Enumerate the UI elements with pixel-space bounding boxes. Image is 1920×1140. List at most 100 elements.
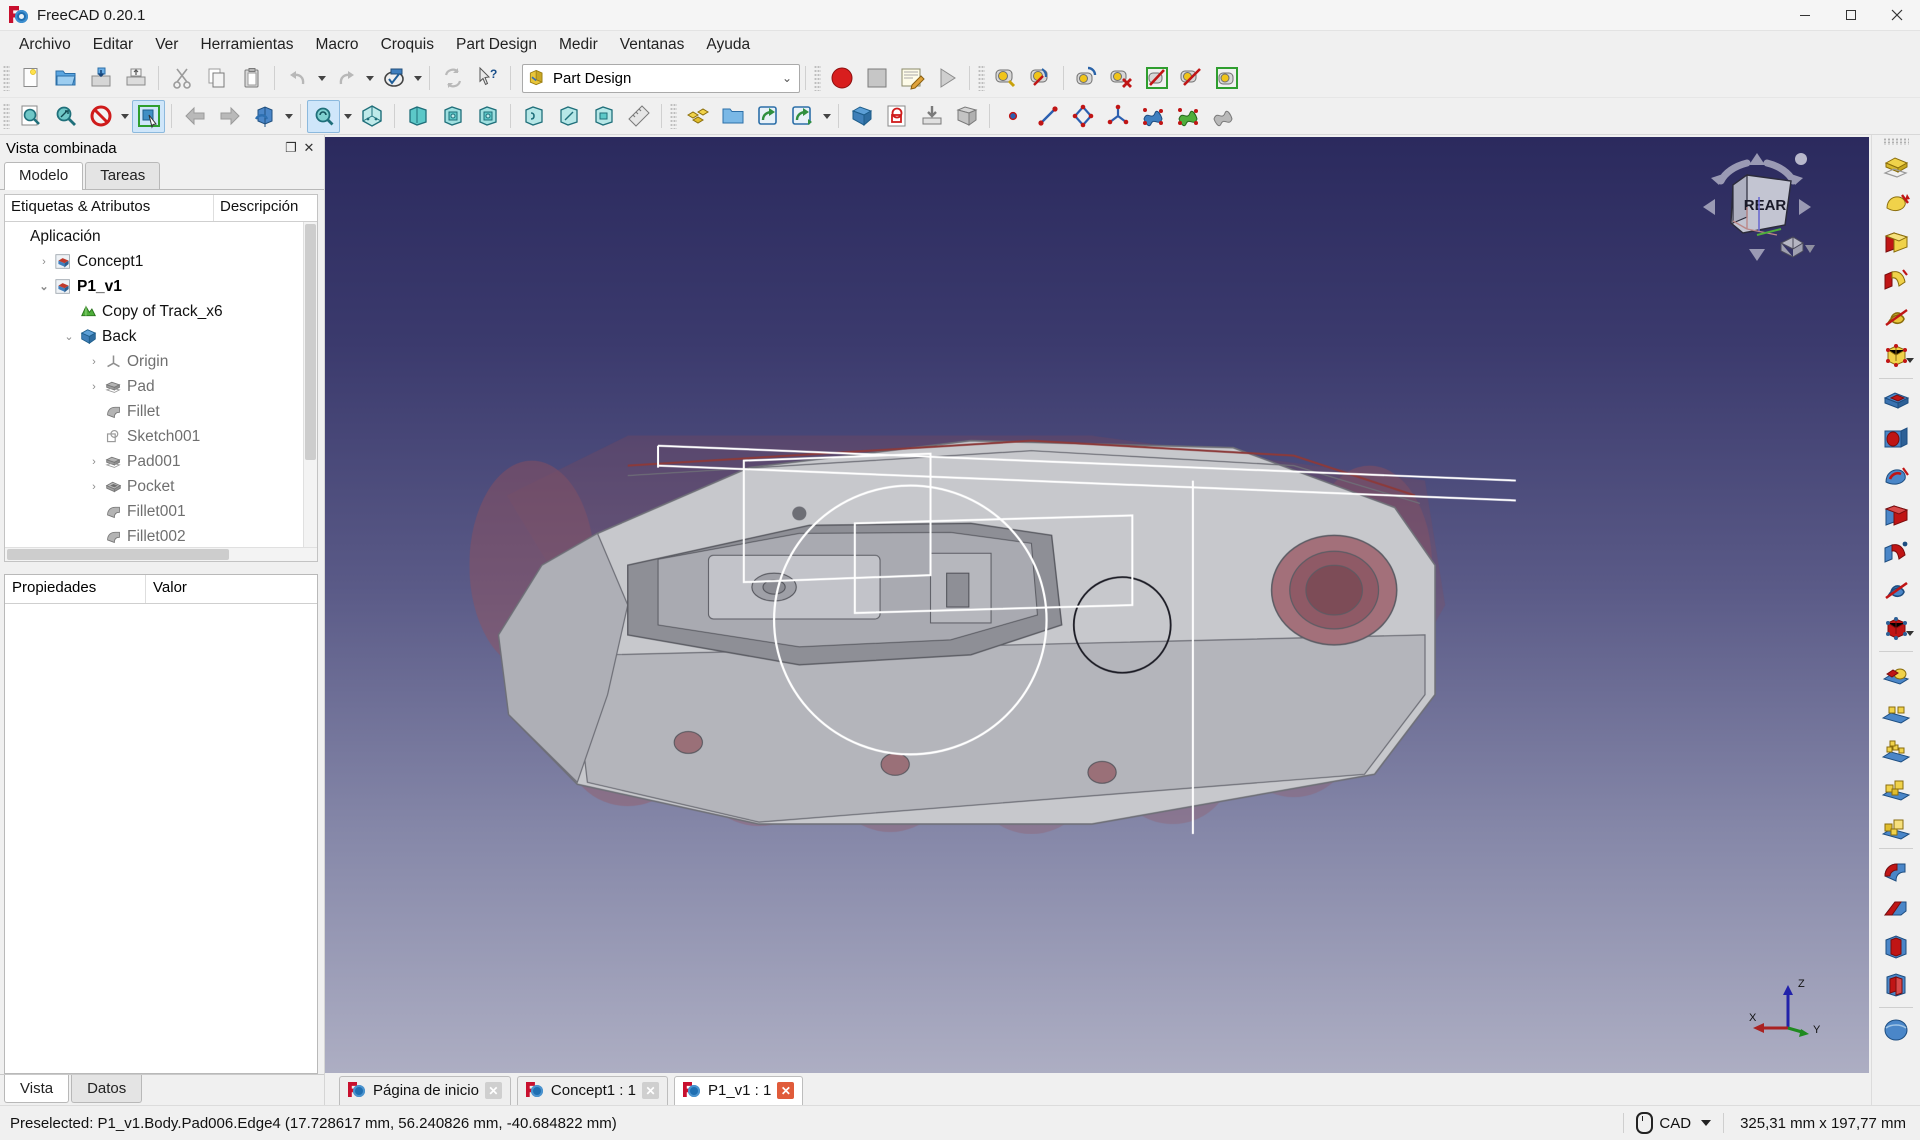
property-tab-datos[interactable]: Datos <box>71 1075 143 1103</box>
line-icon[interactable] <box>1031 100 1064 133</box>
document-tab-p-gina-de-inicio[interactable]: Página de inicio ✕ <box>339 1076 511 1105</box>
document-tab-p1-v1-1[interactable]: P1_v1 : 1 ✕ <box>673 1076 804 1105</box>
refresh-icon[interactable] <box>436 62 469 95</box>
hole-icon[interactable] <box>1877 420 1915 458</box>
linear-pattern-icon[interactable] <box>1877 731 1915 769</box>
make-sublink-icon[interactable] <box>786 100 819 133</box>
menu-medir[interactable]: Medir <box>548 32 609 58</box>
additive-loft-icon[interactable] <box>1877 223 1915 261</box>
macro-execute-icon[interactable] <box>930 62 963 95</box>
view-rear-icon[interactable] <box>517 100 550 133</box>
workbench-selector[interactable]: Part Design ⌄ <box>522 63 800 93</box>
std-view-axonometric-icon[interactable] <box>307 99 340 133</box>
additive-primitive-icon[interactable] <box>1877 337 1915 375</box>
measure-straight-icon[interactable] <box>989 62 1022 95</box>
property-list[interactable] <box>5 604 317 1073</box>
validate-sketch-icon[interactable] <box>950 100 983 133</box>
float-panel-icon[interactable]: ❐ <box>282 139 300 157</box>
freeze-view-icon[interactable] <box>248 100 281 133</box>
chevron-down-icon[interactable]: ⌄ <box>61 330 77 343</box>
view-top-icon[interactable] <box>436 100 469 133</box>
freeze-view-dropdown-icon[interactable] <box>282 101 295 132</box>
fit-all-icon[interactable] <box>14 100 47 133</box>
additive-pipe-icon[interactable] <box>1877 261 1915 299</box>
close-panel-icon[interactable]: ✕ <box>300 139 318 157</box>
attach-sketch-icon[interactable] <box>915 100 948 133</box>
fit-selection-icon[interactable] <box>49 100 82 133</box>
measure-refresh-icon[interactable] <box>1070 62 1103 95</box>
whats-this-icon[interactable]: ? <box>471 62 504 95</box>
chamfer-icon[interactable] <box>1877 890 1915 928</box>
macros-editor-icon[interactable] <box>895 62 928 95</box>
minimize-button[interactable] <box>1782 0 1828 30</box>
close-icon[interactable]: ✕ <box>484 1082 502 1099</box>
draw-style-icon[interactable] <box>84 100 117 133</box>
chevron-right-icon[interactable]: › <box>86 456 102 468</box>
tree-item-fillet002[interactable]: Fillet002 <box>5 524 317 547</box>
additive-helix-icon[interactable] <box>1877 299 1915 337</box>
pad-icon[interactable] <box>1877 147 1915 185</box>
print-document-icon[interactable] <box>119 62 152 95</box>
document-tab-concept1-1[interactable]: Concept1 : 1 ✕ <box>516 1076 668 1105</box>
pocket-icon[interactable] <box>1877 382 1915 420</box>
chevron-right-icon[interactable]: › <box>86 481 102 493</box>
subtractive-pipe-icon[interactable] <box>1877 534 1915 572</box>
undo-dropdown-icon[interactable] <box>315 63 328 94</box>
toolbar-grip-measure[interactable] <box>978 65 985 91</box>
tree-item-back[interactable]: ⌄ Back <box>5 324 317 349</box>
measure-toggle-delta-icon[interactable] <box>1175 62 1208 95</box>
measure-distance-icon[interactable] <box>622 100 655 133</box>
toolbar-grip-structure[interactable] <box>670 103 677 129</box>
view-front-icon[interactable] <box>401 100 434 133</box>
property-tab-vista[interactable]: Vista <box>4 1075 70 1103</box>
toolbar-grip-partdesign[interactable] <box>1883 138 1909 145</box>
subtractive-helix-icon[interactable] <box>1877 572 1915 610</box>
view-isometric-icon[interactable] <box>355 100 388 133</box>
boolean-icon[interactable] <box>1877 655 1915 693</box>
mirrored-icon[interactable] <box>1877 693 1915 731</box>
toolbar-grip[interactable] <box>3 65 10 91</box>
tree-item-fillet001[interactable]: Fillet001 <box>5 499 317 524</box>
tree-item-sketch001[interactable]: Sketch001 <box>5 424 317 449</box>
macro-record-icon[interactable] <box>825 62 858 95</box>
view-left-icon[interactable] <box>587 100 620 133</box>
measure-clear-all-icon[interactable] <box>1105 62 1138 95</box>
view-right-icon[interactable] <box>471 100 504 133</box>
new-document-icon[interactable] <box>14 62 47 95</box>
maximize-button[interactable] <box>1828 0 1874 30</box>
refresh-selection-icon[interactable] <box>377 62 410 95</box>
cut-icon[interactable] <box>165 62 198 95</box>
make-link-icon[interactable] <box>751 100 784 133</box>
subtractive-loft-icon[interactable] <box>1877 496 1915 534</box>
green-surface-icon[interactable] <box>1171 100 1204 133</box>
fillet-icon[interactable] <box>1877 852 1915 890</box>
groove-icon[interactable] <box>1877 458 1915 496</box>
menu-macro[interactable]: Macro <box>304 32 369 58</box>
menu-ventanas[interactable]: Ventanas <box>609 32 696 58</box>
measure-toggle-3d-icon[interactable] <box>1210 62 1243 95</box>
tree-item-concept1[interactable]: › Concept1 <box>5 249 317 274</box>
selection-view-icon[interactable] <box>132 99 165 133</box>
navigation-style-selector[interactable]: CAD <box>1636 1112 1712 1134</box>
tree-item-p1-v1[interactable]: ⌄ P1_v1 <box>5 274 317 299</box>
create-sketch-icon[interactable] <box>880 100 913 133</box>
chevron-down-icon[interactable]: ⌄ <box>36 280 52 293</box>
chevron-right-icon[interactable]: › <box>36 256 52 268</box>
tree-item-pocket[interactable]: › Pocket <box>5 474 317 499</box>
menu-ver[interactable]: Ver <box>144 32 189 58</box>
link-dropdown-icon[interactable] <box>820 101 833 132</box>
subtractive-primitive-icon[interactable] <box>1877 610 1915 648</box>
model-tree[interactable]: Aplicación › Concept1 ⌄ P1_v1 Copy of Track_x… <box>5 222 317 547</box>
tree-item-aplicaci-n[interactable]: Aplicación <box>5 224 317 249</box>
gray-surface-icon[interactable] <box>1206 100 1239 133</box>
menu-herramientas[interactable]: Herramientas <box>189 32 304 58</box>
polar-pattern-icon[interactable] <box>1877 769 1915 807</box>
tree-item-pad[interactable]: › Pad <box>5 374 317 399</box>
menu-ayuda[interactable]: Ayuda <box>695 32 761 58</box>
navigation-cube[interactable]: REAR <box>1697 147 1817 267</box>
menu-croquis[interactable]: Croquis <box>370 32 445 58</box>
redo-icon[interactable] <box>329 62 362 95</box>
save-document-icon[interactable] <box>84 62 117 95</box>
tree-item-origin[interactable]: › Origin <box>5 349 317 374</box>
measure-toggle-all-icon[interactable] <box>1140 62 1173 95</box>
